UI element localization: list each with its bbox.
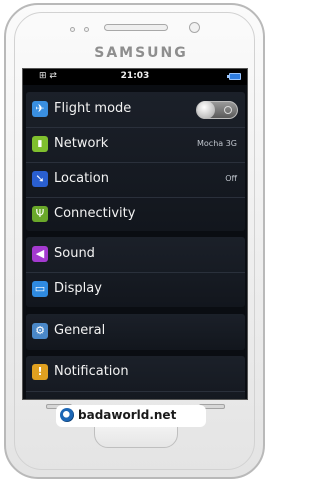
settings-item-network[interactable]: ▮ Network Mocha 3G (26, 127, 245, 161)
settings-item-location[interactable]: ➘ Location Off (26, 162, 245, 196)
settings-item-connectivity[interactable]: Ψ Connectivity (26, 197, 245, 231)
settings-item-sound[interactable]: ◀ Sound (26, 238, 245, 272)
settings-item-value: Off (225, 174, 237, 183)
settings-item-label: Network (54, 136, 109, 151)
settings-item-flight-mode[interactable]: ✈ Flight mode (26, 93, 245, 127)
screen: ⊞ ⇄ 21:03 ✈ Flight mode ▮ Network Mocha … (22, 68, 248, 400)
settings-group-notification: ! Notification (26, 356, 245, 399)
settings-item-value: Mocha 3G (197, 139, 237, 148)
settings-item-label: Location (54, 171, 109, 186)
status-bar: ⊞ ⇄ 21:03 (23, 69, 247, 85)
toggle-knob (197, 101, 215, 119)
settings-item-notification[interactable]: ! Notification (26, 356, 245, 390)
settings-item-label: Connectivity (54, 206, 136, 221)
settings-item-partial[interactable] (26, 391, 245, 399)
usb-icon: Ψ (32, 206, 48, 222)
gear-icon: ⚙ (32, 323, 48, 339)
settings-group-general: ⚙ General (26, 314, 245, 350)
front-camera (189, 22, 200, 33)
toggle-off-ring-icon (224, 106, 232, 114)
monitor-icon: ▭ (32, 281, 48, 297)
exclamation-icon: ! (32, 364, 48, 380)
settings-item-label: General (54, 323, 106, 338)
settings-item-general[interactable]: ⚙ General (26, 315, 245, 349)
settings-item-label: Display (54, 281, 102, 296)
settings-item-label: Flight mode (54, 101, 132, 116)
badaworld-logo-icon (60, 408, 74, 422)
status-time: 21:03 (120, 71, 150, 81)
settings-item-display[interactable]: ▭ Display (26, 272, 245, 306)
settings-item-label: Sound (54, 246, 95, 261)
airplane-icon: ✈ (32, 101, 48, 117)
earpiece-speaker (104, 24, 168, 31)
sensor-dot-right (84, 27, 89, 32)
settings-item-label: Notification (54, 364, 129, 379)
speaker-icon: ◀ (32, 246, 48, 262)
network-signal-icon: ▮ (32, 136, 48, 152)
flight-mode-toggle[interactable] (196, 101, 238, 119)
sensor-dot-left (70, 27, 75, 32)
brand-logo: SAMSUNG (94, 45, 188, 61)
watermark-text: badaworld.net (78, 408, 177, 422)
settings-group-connections: ✈ Flight mode ▮ Network Mocha 3G ➘ Locat… (26, 92, 245, 231)
battery-icon (227, 73, 241, 80)
watermark: badaworld.net (56, 405, 206, 427)
settings-group-media: ◀ Sound ▭ Display (26, 237, 245, 307)
compass-icon: ➘ (32, 171, 48, 187)
